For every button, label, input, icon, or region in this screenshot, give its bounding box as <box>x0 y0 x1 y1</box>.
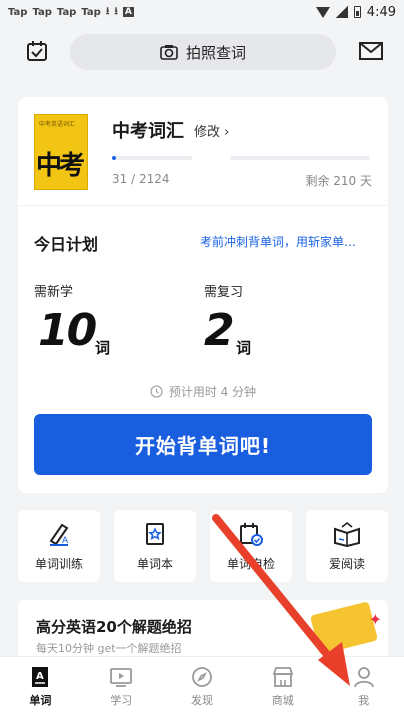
book-progress-fill <box>112 156 116 160</box>
banner-headline: 高分英语20个解题绝招 <box>36 618 192 636</box>
compass-icon <box>192 667 212 687</box>
battery-icon <box>353 6 361 18</box>
tap-notification-icon: Tap <box>8 6 28 18</box>
download-icon: ⭳ <box>114 5 118 17</box>
tile-reading[interactable]: 爱阅读 <box>306 510 388 582</box>
tap-notification-icon: Tap <box>81 6 101 18</box>
nav-label: 我 <box>358 694 370 707</box>
svg-text:A: A <box>36 671 44 682</box>
tile-label: 单词自检 <box>226 556 275 571</box>
camera-icon <box>160 45 178 60</box>
tile-wordbook[interactable]: 单词本 <box>114 510 196 582</box>
play-screen-icon <box>110 668 133 687</box>
tile-label: 单词训练 <box>34 556 83 571</box>
sparkle-icon: ✦ <box>368 610 382 629</box>
open-book-icon <box>334 521 360 547</box>
tile-self-check[interactable]: 单词自检 <box>210 510 292 582</box>
store-icon <box>272 667 294 687</box>
tile-label: 爱阅读 <box>328 556 365 571</box>
calendar-check-icon <box>27 41 47 61</box>
download-icon: ⭳ <box>105 5 110 17</box>
app-a-icon: A <box>122 7 134 17</box>
divider <box>18 205 388 206</box>
new-words-label: 需新学 <box>34 285 74 300</box>
new-words-unit: 词 <box>95 339 111 357</box>
edit-book-link[interactable]: 修改 › <box>194 121 229 140</box>
nav-item-words[interactable]: A 单词 <box>0 657 81 717</box>
mail-icon <box>359 42 383 60</box>
nav-item-store[interactable]: 商城 <box>242 657 323 717</box>
study-card: 中考英语词汇 中考 中考词汇 修改 › 31 / 2124 剩余 210 天 今… <box>18 97 388 493</box>
start-memorizing-button[interactable]: 开始背单词吧! <box>34 414 372 475</box>
nav-item-me[interactable]: 我 <box>323 657 404 717</box>
remaining-days: 剩余 210 天 <box>305 174 372 188</box>
notification-icons: Tap Tap Tap Tap ⭳ ⭳ A <box>8 4 134 21</box>
nav-item-discover[interactable]: 发现 <box>162 657 243 717</box>
wifi-icon <box>315 6 330 18</box>
calendar-check-icon <box>240 522 263 546</box>
estimated-time-label: 预计用时 4 分钟 <box>168 385 257 399</box>
person-icon <box>353 667 374 688</box>
top-bar: 拍照查词 <box>0 34 404 74</box>
nav-label: 学习 <box>110 694 133 707</box>
review-words-label: 需复习 <box>204 285 244 300</box>
clock: 4:49 <box>366 4 396 20</box>
book-cover-title: 中考 <box>36 151 85 181</box>
bottom-nav: A 单词 学习 发现 商城 我 <box>0 656 404 717</box>
book-cover[interactable]: 中考英语词汇 中考 <box>34 114 88 190</box>
photo-lookup-button[interactable]: 拍照查词 <box>70 34 336 70</box>
nav-label: 发现 <box>190 694 213 707</box>
nav-label: 单词 <box>29 694 52 707</box>
promo-banner[interactable]: 高分英语20个解题绝招 每天10分钟 get一个解题绝招 ✦ <box>18 600 388 658</box>
pen-icon: A <box>49 523 69 546</box>
status-bar: Tap Tap Tap Tap ⭳ ⭳ A 4:49 <box>0 0 404 24</box>
tile-label: 单词本 <box>136 556 173 571</box>
tap-notification-icon: Tap <box>56 6 77 18</box>
review-words-count: 2 <box>204 305 235 356</box>
mail-button[interactable] <box>356 36 386 66</box>
photo-lookup-label: 拍照查词 <box>185 43 246 62</box>
book-title: 中考词汇 <box>112 121 184 142</box>
nav-label: 商城 <box>271 694 294 707</box>
signal-icon <box>335 6 348 18</box>
new-words-count: 10 <box>38 305 97 356</box>
nav-item-study[interactable]: 学习 <box>81 657 162 717</box>
book-cover-subtitle: 中考英语词汇 <box>39 121 76 128</box>
calendar-check-button[interactable] <box>22 36 52 66</box>
banner-subline: 每天10分钟 get一个解题绝招 <box>36 642 182 655</box>
tap-notification-icon: Tap <box>32 6 52 18</box>
review-words-unit: 词 <box>236 339 252 357</box>
bookmark-star-icon <box>146 522 164 545</box>
learned-count: 31 / 2124 <box>112 172 170 186</box>
svg-text:A: A <box>62 536 69 546</box>
clock-icon <box>150 385 163 398</box>
plan-title: 今日计划 <box>34 235 99 254</box>
book-progress-bar <box>112 156 370 160</box>
tile-word-training[interactable]: A 单词训练 <box>18 510 100 582</box>
plan-tip-link[interactable]: 考前冲刺背单词，用斩家单… <box>200 233 372 250</box>
estimated-time: 预计用时 4 分钟 <box>18 383 388 400</box>
word-book-icon: A <box>32 667 49 687</box>
